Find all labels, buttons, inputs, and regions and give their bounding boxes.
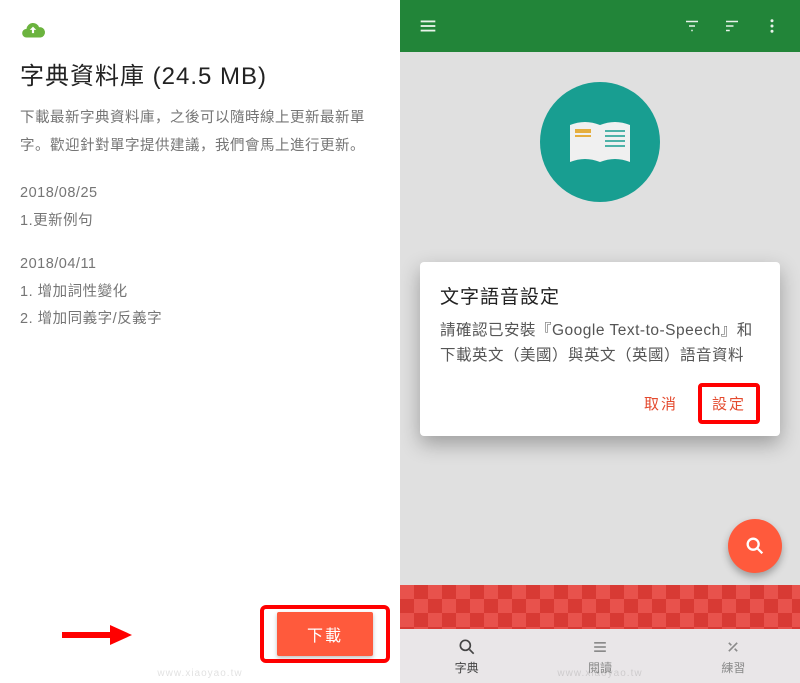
- page-title: 字典資料庫 (24.5 MB): [20, 56, 380, 91]
- nav-label: 字典: [455, 659, 479, 676]
- tts-dialog: 文字語音設定 請確認已安裝『Google Text-to-Speech』和下載英…: [420, 262, 780, 436]
- app-screen: 文字語音設定 請確認已安裝『Google Text-to-Speech』和下載英…: [400, 0, 800, 683]
- nav-reading[interactable]: 閱讀: [533, 629, 666, 683]
- dialog-message: 請確認已安裝『Google Text-to-Speech』和下載英文（美國）與英…: [440, 319, 760, 369]
- dialog-actions: 取消 設定: [440, 383, 760, 424]
- annotation-arrow: [62, 623, 132, 647]
- dialog-title: 文字語音設定: [440, 282, 760, 309]
- download-screen: 字典資料庫 (24.5 MB) 下載最新字典資料庫，之後可以隨時線上更新最新單字…: [0, 0, 400, 683]
- changelog-item: 1.更新例句: [20, 208, 380, 236]
- nav-practice[interactable]: 練習: [667, 629, 800, 683]
- decorative-pattern: [400, 585, 800, 629]
- cancel-button[interactable]: 取消: [632, 385, 690, 422]
- watermark: www.xiaoyao.tw: [157, 668, 242, 679]
- nav-dictionary[interactable]: 字典: [400, 629, 533, 683]
- search-icon: [744, 535, 766, 557]
- bottom-nav: 字典 閱讀 練習: [400, 629, 800, 683]
- changelog: 2018/08/25 1.更新例句 2018/04/11 1. 增加詞性變化 2…: [20, 180, 380, 334]
- list-icon: [590, 637, 610, 657]
- changelog-date: 2018/04/11: [20, 251, 380, 279]
- filter-icon[interactable]: [672, 6, 712, 46]
- nav-label: 閱讀: [588, 659, 612, 676]
- app-bar: [400, 0, 800, 52]
- annotation-highlight: 設定: [698, 383, 760, 424]
- cloud-download-icon: [20, 18, 46, 38]
- sort-icon[interactable]: [712, 6, 752, 46]
- changelog-item: 2. 增加同義字/反義字: [20, 306, 380, 334]
- description-text: 下載最新字典資料庫，之後可以隨時線上更新最新單字。歡迎針對單字提供建議，我們會馬…: [20, 105, 380, 160]
- main-content: 文字語音設定 請確認已安裝『Google Text-to-Speech』和下載英…: [400, 52, 800, 683]
- annotation-highlight: 下載: [260, 605, 390, 663]
- search-icon: [457, 637, 477, 657]
- menu-icon[interactable]: [408, 6, 448, 46]
- settings-button[interactable]: 設定: [702, 387, 756, 420]
- changelog-date: 2018/08/25: [20, 180, 380, 208]
- download-button[interactable]: 下載: [277, 612, 373, 656]
- tools-icon: [723, 637, 743, 657]
- nav-label: 練習: [721, 659, 745, 676]
- more-icon[interactable]: [752, 6, 792, 46]
- search-fab[interactable]: [728, 519, 782, 573]
- changelog-item: 1. 增加詞性變化: [20, 279, 380, 307]
